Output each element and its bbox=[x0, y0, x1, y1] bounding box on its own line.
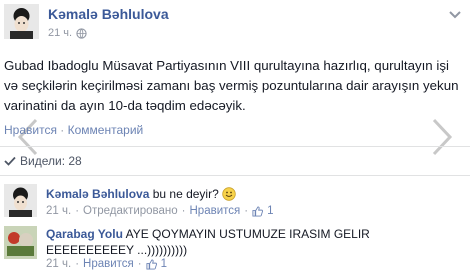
comment-meta: 21 ч. · Нравится · 1 bbox=[46, 258, 168, 270]
thumbs-up-icon bbox=[146, 258, 157, 270]
seen-count[interactable]: Видели: 28 bbox=[4, 154, 82, 168]
author-avatar[interactable] bbox=[4, 4, 39, 39]
seen-label: Видели: 28 bbox=[20, 154, 82, 168]
comment-author[interactable]: Qarabag Yolu bbox=[46, 227, 123, 241]
comment-like-count[interactable]: 1 bbox=[161, 258, 167, 270]
post-author[interactable]: Kəmalə Bəhlulova bbox=[48, 6, 169, 22]
comment-like-link[interactable]: Нравится bbox=[190, 205, 241, 217]
divider bbox=[0, 146, 470, 147]
chevron-down-icon[interactable] bbox=[448, 10, 462, 20]
facebook-post: Kəmalə Bəhlulova 21 ч. Gubad Ibadoglu Mü… bbox=[0, 0, 470, 272]
divider bbox=[0, 175, 470, 176]
post-meta: 21 ч. bbox=[48, 27, 87, 39]
post-actions: Нравится · Комментарий bbox=[4, 123, 143, 137]
post-time[interactable]: 21 ч. bbox=[48, 27, 72, 39]
comment-link[interactable]: Комментарий bbox=[68, 123, 144, 137]
thumbs-up-icon bbox=[252, 205, 264, 217]
comment-author[interactable]: Kəmalə Bəhlulova bbox=[46, 187, 149, 201]
comment-time[interactable]: 21 ч. bbox=[46, 205, 71, 217]
comment-time[interactable]: 21 ч. bbox=[46, 258, 71, 270]
comment-like-count[interactable]: 1 bbox=[267, 205, 273, 217]
post-text: Gubad Ibadoglu Müsavat Partiyasının VIII… bbox=[4, 58, 459, 113]
smile-emoji-icon bbox=[222, 187, 236, 201]
comment-avatar[interactable] bbox=[4, 184, 37, 217]
comment-body: Qarabag Yolu AYE QOYMAYIN USTUMUZE IRASI… bbox=[46, 226, 446, 258]
check-icon bbox=[4, 156, 16, 166]
separator: · bbox=[60, 123, 65, 137]
like-link[interactable]: Нравится bbox=[4, 123, 57, 137]
comment-avatar[interactable] bbox=[4, 226, 37, 259]
edited-label[interactable]: Отредактировано bbox=[83, 205, 178, 217]
comment-text: bu ne deyir? bbox=[152, 187, 219, 201]
comment-body: Kəmalə Bəhlulova bu ne deyir? bbox=[46, 186, 456, 202]
globe-icon bbox=[76, 27, 87, 39]
arrow-right-icon[interactable] bbox=[428, 116, 456, 158]
comment-meta: 21 ч. · Отредактировано · Нравится · 1 bbox=[46, 205, 274, 217]
comment-like-link[interactable]: Нравится bbox=[83, 258, 134, 270]
